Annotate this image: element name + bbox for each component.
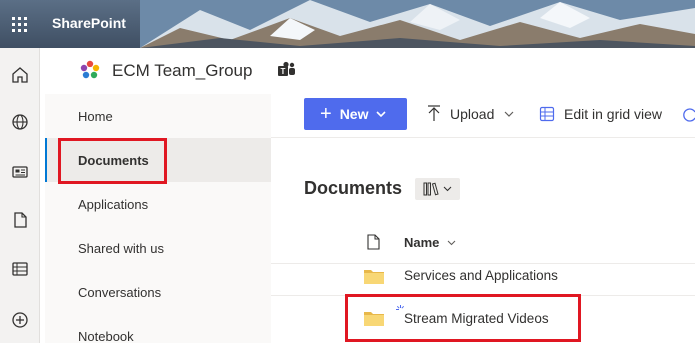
column-header-name[interactable]: Name (404, 235, 456, 250)
upload-icon (428, 105, 440, 121)
library-title: Documents (304, 178, 403, 198)
news-icon[interactable] (6, 158, 34, 186)
table-row[interactable]: Services and Applications (271, 264, 695, 296)
command-bar: + New Upload Edit in grid view (271, 94, 695, 138)
nav-item-home[interactable]: Home (45, 94, 271, 138)
site-header: ECM Team_Group T (40, 48, 695, 94)
highlight-box-documents (58, 138, 167, 184)
site-navigation: Home Documents Applications Shared with … (45, 94, 271, 344)
upload-label: Upload (450, 106, 495, 122)
edit-grid-view-button[interactable]: Edit in grid view (539, 98, 662, 130)
row-name[interactable]: Services and Applications (404, 268, 558, 283)
svg-text:T: T (281, 67, 286, 76)
site-logo-icon[interactable] (79, 59, 101, 81)
file-icon[interactable] (6, 206, 34, 234)
column-name-label: Name (404, 235, 440, 250)
folder-icon (364, 270, 384, 284)
list-icon[interactable] (6, 255, 34, 283)
nav-item-applications[interactable]: Applications (45, 182, 271, 226)
app-rail (0, 48, 40, 343)
nav-item-conversations[interactable]: Conversations (45, 270, 271, 314)
library-views-icon[interactable] (415, 178, 460, 200)
site-title[interactable]: ECM Team_Group (112, 61, 252, 81)
suite-bar: SharePoint (0, 0, 695, 48)
app-name[interactable]: SharePoint (52, 15, 126, 31)
teams-icon[interactable]: T (277, 61, 297, 79)
upload-button[interactable]: Upload (427, 98, 514, 130)
nav-item-label: Shared with us (78, 240, 164, 256)
chevron-down-icon (376, 111, 387, 117)
waffle-icon[interactable] (0, 0, 38, 48)
selection-indicator (45, 138, 47, 182)
home-icon[interactable] (6, 61, 34, 89)
globe-icon[interactable] (6, 108, 34, 136)
column-header-row: Name (271, 222, 695, 264)
library-glyph (423, 182, 439, 196)
grid-label: Edit in grid view (564, 106, 663, 122)
plus-icon: + (320, 103, 332, 125)
nav-item-label: Notebook (78, 328, 134, 344)
new-button[interactable]: + New (304, 98, 407, 130)
chevron-down-icon (443, 186, 452, 192)
nav-item-label: Applications (78, 196, 149, 212)
chevron-down-icon (448, 240, 456, 245)
banner-image (140, 0, 695, 48)
nav-item-label: Home (78, 108, 113, 124)
sync-icon[interactable] (683, 107, 695, 123)
nav-item-notebook[interactable]: Notebook (45, 314, 271, 358)
grid-icon (539, 106, 555, 122)
add-icon[interactable] (6, 306, 34, 334)
highlight-box-stream-folder (345, 294, 581, 342)
new-button-label: New (339, 106, 369, 122)
nav-item-shared-with-us[interactable]: Shared with us (45, 226, 271, 270)
document-type-icon[interactable] (367, 234, 380, 250)
nav-item-label: Conversations (78, 284, 162, 300)
chevron-down-icon (504, 111, 514, 117)
